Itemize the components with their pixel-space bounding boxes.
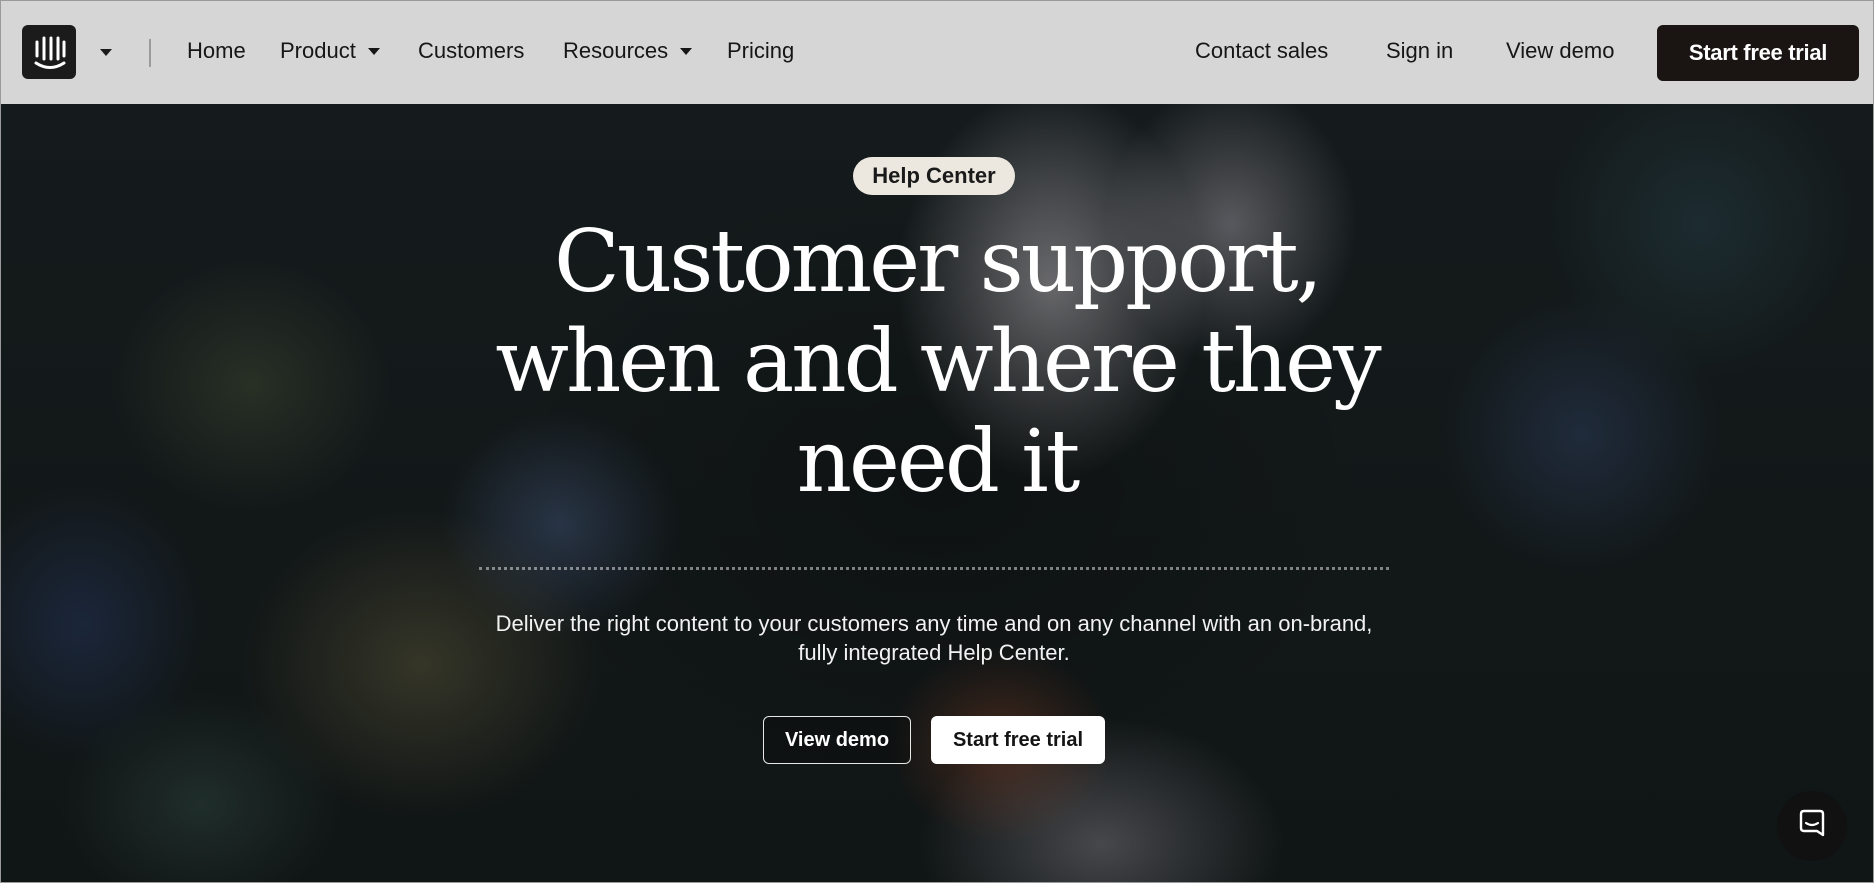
hero-start-free-trial-label: Start free trial <box>952 728 1084 751</box>
top-navigation: Home Product Customers Resources Pricing… <box>1 1 1873 104</box>
contact-sales-label: Contact sales <box>1195 38 1329 63</box>
sign-in-label: Sign in <box>1386 38 1454 63</box>
nav-customers-label: Customers <box>418 38 525 63</box>
hero-view-demo-label: View demo <box>784 728 890 751</box>
nav-start-free-trial-button[interactable]: Start free trial <box>1657 25 1859 81</box>
nav-divider <box>149 39 151 67</box>
nav-pricing-link[interactable]: Pricing <box>727 38 794 64</box>
nav-home-link[interactable]: Home <box>187 38 246 64</box>
nav-customers-link[interactable]: Customers <box>418 38 524 64</box>
hero-subtitle: Deliver the right content to your custom… <box>495 611 1373 665</box>
hero-section: Help Center Customer support, when and w… <box>1 104 1873 882</box>
nav-resources-label: Resources <box>563 38 669 63</box>
hero-start-free-trial-button[interactable]: Start free trial <box>931 716 1105 764</box>
dotted-divider <box>479 567 1389 570</box>
nav-view-demo-label: View demo <box>1506 38 1615 63</box>
sign-in-link[interactable]: Sign in <box>1386 38 1453 64</box>
nav-home-label: Home <box>187 38 246 63</box>
contact-sales-link[interactable]: Contact sales <box>1195 38 1328 64</box>
chat-bubble-icon <box>1796 808 1828 845</box>
nav-pricing-label: Pricing <box>727 38 795 63</box>
nav-product-menu[interactable]: Product <box>280 38 380 64</box>
hero-view-demo-button[interactable]: View demo <box>763 716 911 764</box>
chat-launcher-button[interactable] <box>1777 791 1847 861</box>
hero-headline: Customer support, when and where they ne… <box>495 212 1381 512</box>
nav-product-label: Product <box>280 38 356 63</box>
chevron-down-icon <box>680 47 693 55</box>
nav-view-demo-link[interactable]: View demo <box>1506 38 1614 64</box>
logo-menu-chevron-down-icon[interactable] <box>100 49 112 56</box>
chevron-down-icon <box>367 47 380 55</box>
intercom-logo-icon[interactable] <box>22 25 76 79</box>
nav-resources-menu[interactable]: Resources <box>563 38 693 64</box>
browser-viewport: Home Product Customers Resources Pricing… <box>0 0 1874 883</box>
nav-start-free-trial-label: Start free trial <box>1688 40 1828 65</box>
badge-label: Help Center <box>872 163 996 188</box>
help-center-badge: Help Center <box>853 157 1015 195</box>
